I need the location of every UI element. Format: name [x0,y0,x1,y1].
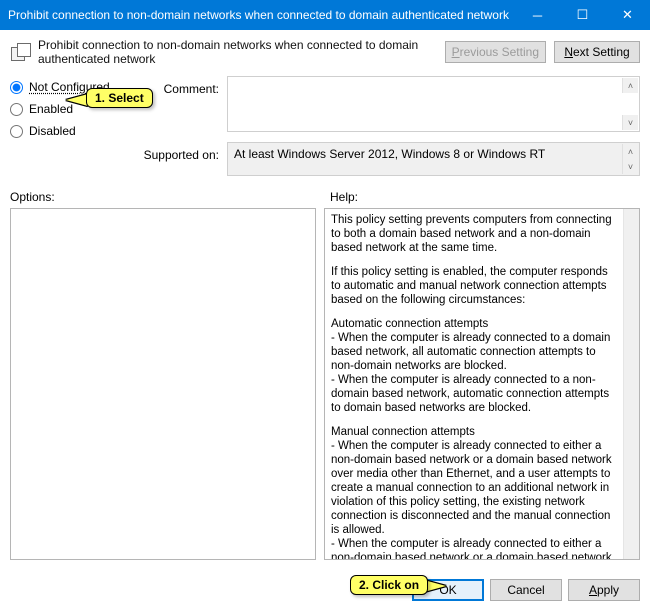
help-text: This policy setting prevents computers f… [325,209,639,559]
close-button[interactable]: ✕ [605,0,650,30]
dialog-buttons: OK Cancel Apply [412,579,640,601]
callout-1: 1. Select [86,88,153,108]
panels: This policy setting prevents computers f… [0,208,650,560]
help-h: Manual connection attempts [331,425,619,439]
scrollbar-track[interactable] [623,209,639,559]
radio-not-configured-input[interactable] [10,81,23,94]
supported-label: Supported on: [135,142,219,176]
help-p: If this policy setting is enabled, the c… [331,265,619,307]
next-setting-label: Next Setting [564,45,629,59]
help-h: Automatic connection attempts [331,317,619,331]
chevron-up-icon[interactable]: ˄ [622,78,638,93]
panel-headers: Options: Help: [0,176,650,208]
help-label: Help: [330,190,358,204]
radio-disabled-label: Disabled [29,124,76,138]
callout-1-arrow-icon [66,94,88,106]
callout-2: 2. Click on [350,575,428,595]
help-p: - When the computer is already connected… [331,537,619,559]
policy-title: Prohibit connection to non-domain networ… [38,38,437,66]
chevron-up-icon[interactable]: ˄ [622,144,638,159]
previous-setting-button[interactable]: Previous Setting [445,41,546,63]
comment-spinner[interactable]: ˄˅ [622,78,638,130]
window-title: Prohibit connection to non-domain networ… [8,8,515,22]
next-setting-button[interactable]: Next Setting [554,41,640,63]
cancel-button[interactable]: Cancel [490,579,562,601]
apply-label: Apply [589,583,619,597]
supported-on-box: At least Windows Server 2012, Windows 8 … [227,142,640,176]
supported-on-text: At least Windows Server 2012, Windows 8 … [234,147,545,161]
help-p: - When the computer is already connected… [331,331,619,373]
policy-icon [10,43,30,61]
minimize-button[interactable]: ─ [515,0,560,30]
help-p: - When the computer is already connected… [331,439,619,537]
cancel-label: Cancel [507,583,544,597]
chevron-down-icon[interactable]: ˅ [622,115,638,130]
radio-enabled-input[interactable] [10,103,23,116]
radio-disabled-input[interactable] [10,125,23,138]
maximize-button[interactable]: ☐ [560,0,605,30]
titlebar: Prohibit connection to non-domain networ… [0,0,650,30]
apply-button[interactable]: Apply [568,579,640,601]
options-label: Options: [10,190,310,204]
help-p: - When the computer is already connected… [331,373,619,415]
chevron-down-icon[interactable]: ˅ [622,159,638,174]
header-row: Prohibit connection to non-domain networ… [0,30,650,72]
radio-disabled[interactable]: Disabled [10,124,125,138]
options-panel [10,208,316,560]
previous-setting-label: Previous Setting [452,45,539,59]
help-panel: This policy setting prevents computers f… [324,208,640,560]
comment-textbox[interactable]: ˄˅ [227,76,640,132]
help-p: This policy setting prevents computers f… [331,213,619,255]
supported-spinner[interactable]: ˄˅ [622,144,638,174]
